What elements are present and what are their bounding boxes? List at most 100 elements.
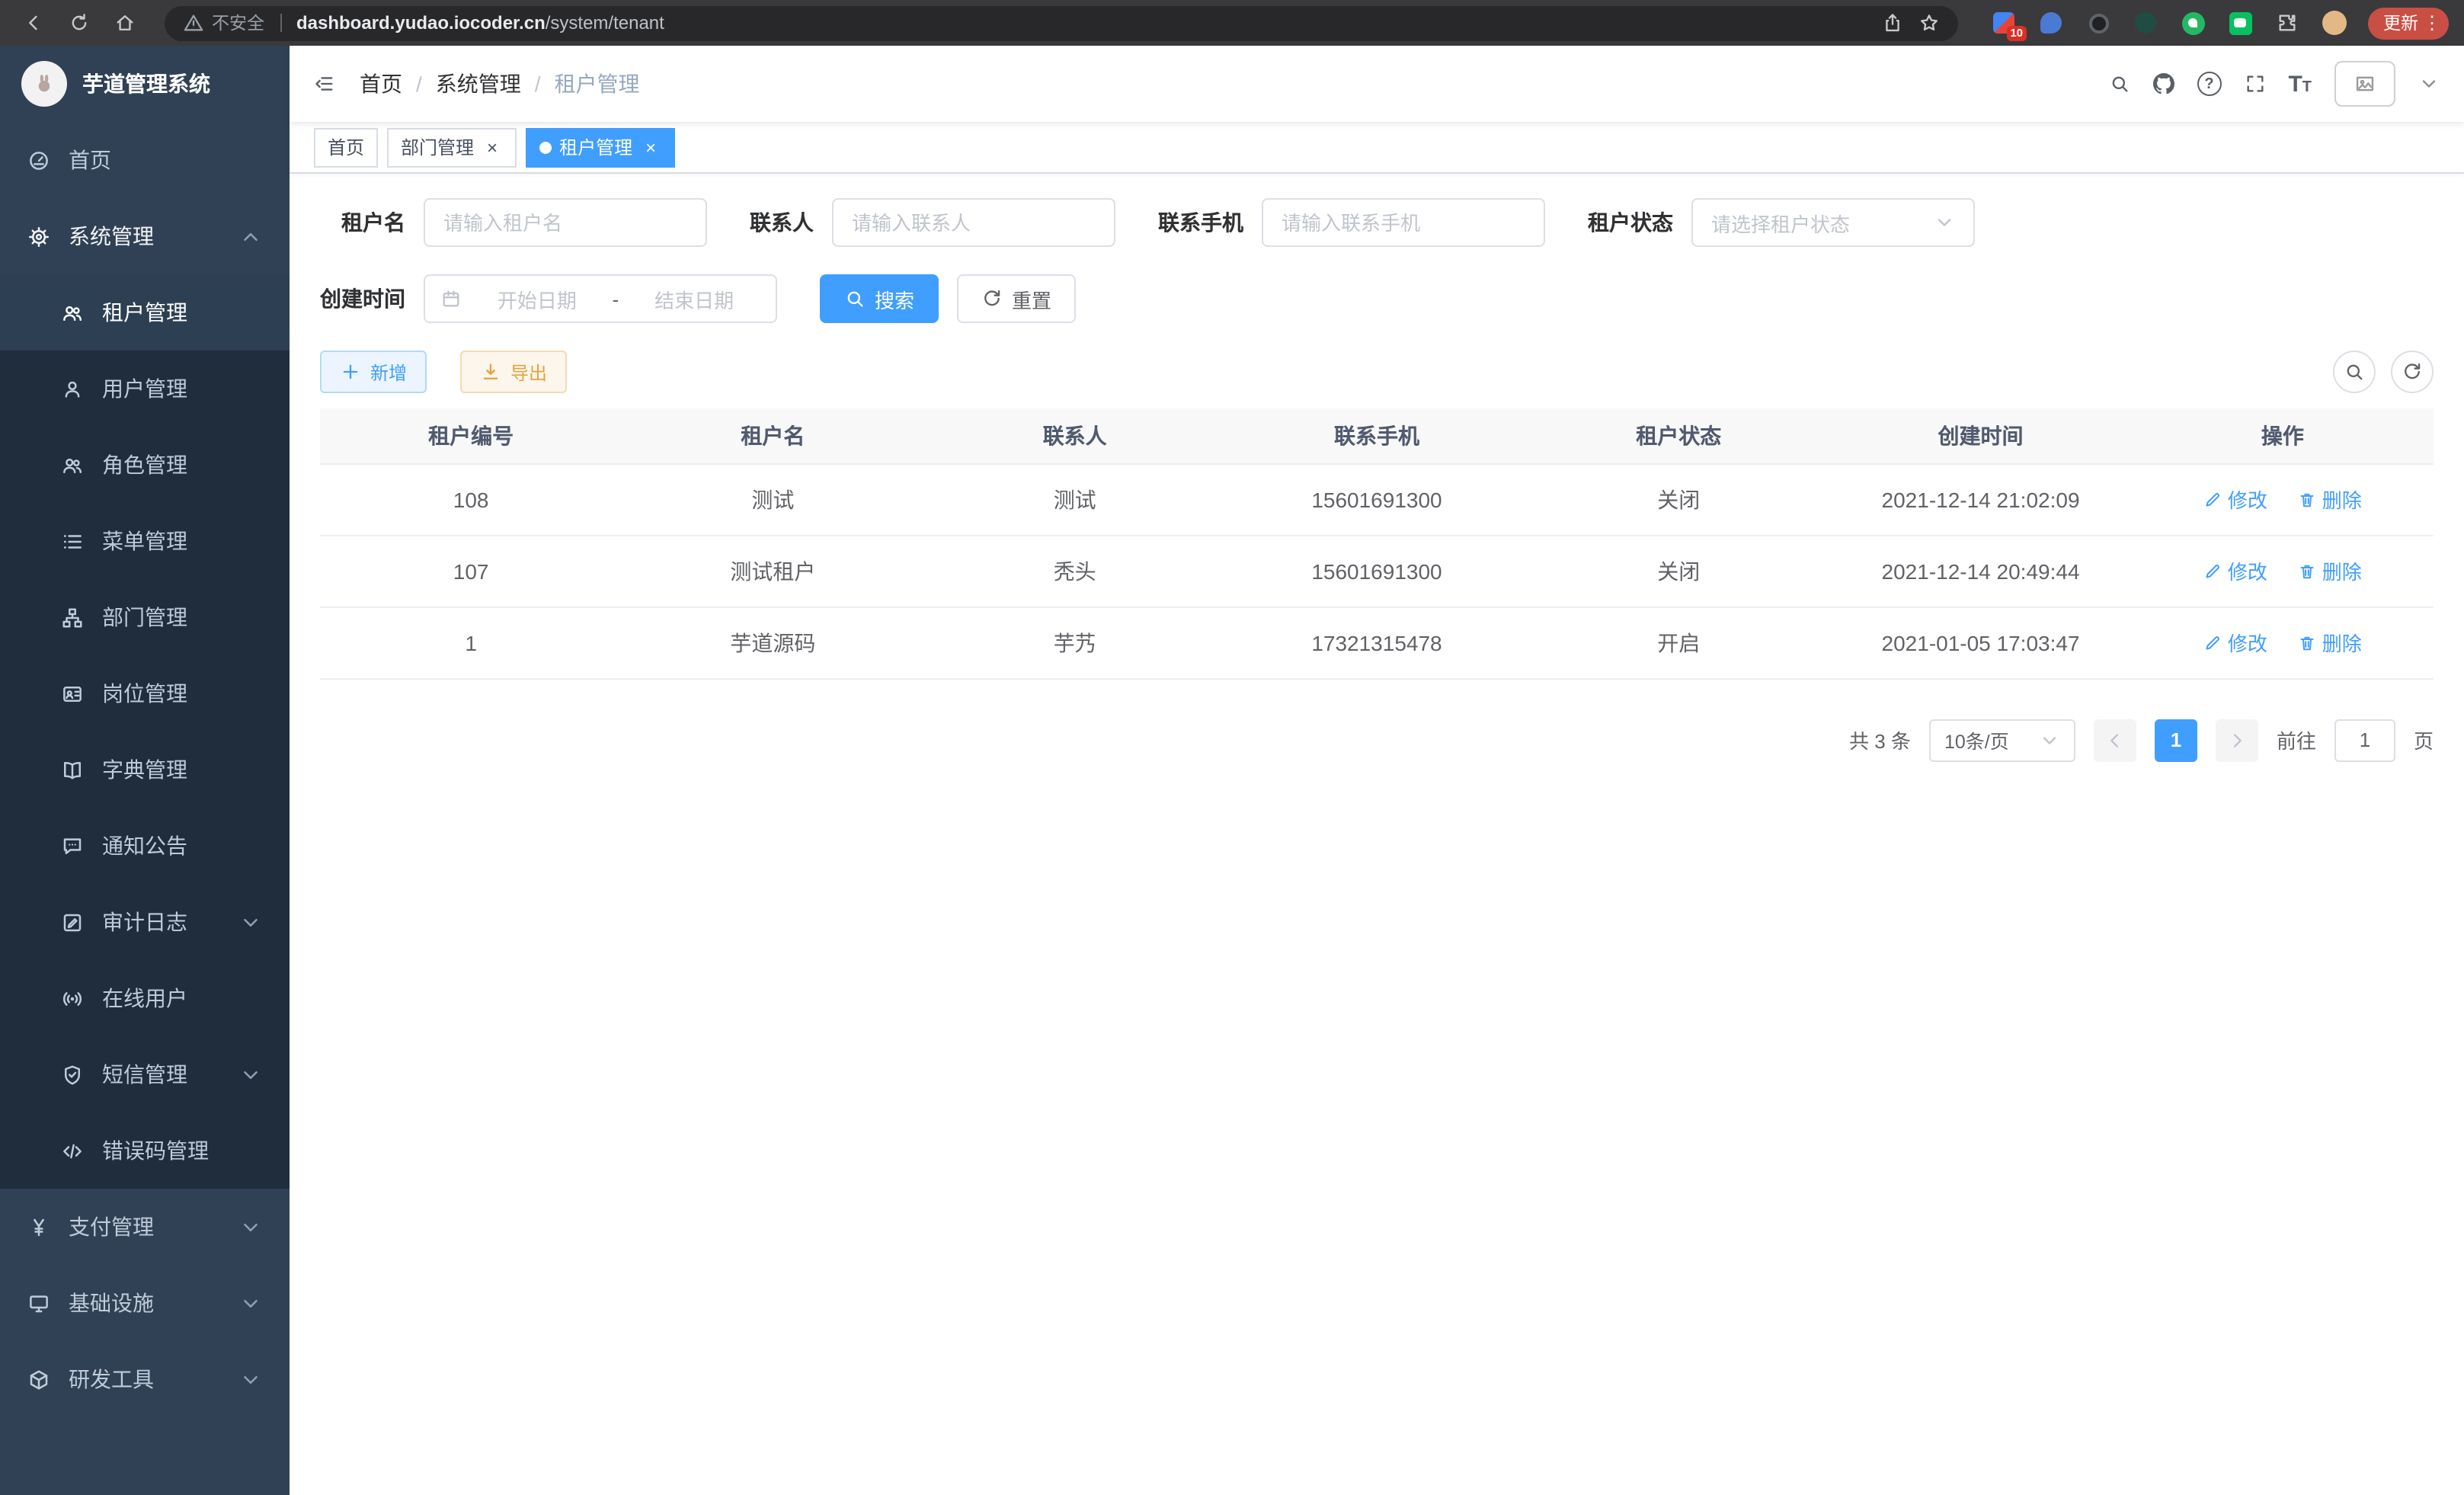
prev-page-button[interactable] [2094, 719, 2136, 761]
sidebar-item-tenant-management[interactable]: 租户管理 [0, 274, 290, 351]
chevron-down-icon [239, 1292, 262, 1314]
sidebar-item-audit-log[interactable]: 审计日志 [0, 884, 290, 960]
sidebar-collapse-button[interactable] [314, 73, 335, 94]
online-icon [61, 987, 84, 1010]
sidebar-item-error-code-management[interactable]: 错误码管理 [0, 1112, 290, 1189]
plus-icon [340, 361, 361, 383]
browser-profile-avatar[interactable] [2319, 8, 2350, 38]
cell-tenant-name: 测试租户 [622, 535, 923, 607]
close-icon[interactable]: × [482, 136, 503, 158]
sidebar-item-online-users[interactable]: 在线用户 [0, 960, 290, 1036]
header-search-button[interactable] [2108, 73, 2130, 94]
toggle-search-button[interactable] [2333, 351, 2376, 393]
sidebar-item-post-management[interactable]: 岗位管理 [0, 655, 290, 731]
mobile-label: 联系手机 [1158, 207, 1243, 238]
reset-button[interactable]: 重置 [957, 274, 1076, 323]
rabbit-logo-icon [34, 73, 55, 94]
bookmark-star-button[interactable] [1918, 12, 1940, 34]
mobile-input[interactable] [1262, 198, 1545, 247]
col-header-contact: 联系人 [924, 408, 1226, 463]
filter-status: 租户状态 请选择租户状态 [1588, 198, 1975, 247]
edit-link[interactable]: 修改 [2203, 556, 2267, 585]
sidebar-item-infrastructure[interactable]: 基础设施 [0, 1265, 290, 1341]
sidebar-item-home[interactable]: 首页 [0, 122, 290, 198]
search-button[interactable]: 搜索 [820, 274, 939, 323]
delete-link[interactable]: 删除 [2298, 485, 2362, 514]
address-bar[interactable]: 不安全 dashboard.yudao.iocoder.cn/system/te… [165, 5, 1958, 40]
cell-created: 2021-12-14 21:02:09 [1829, 463, 2131, 535]
page-number-button[interactable]: 1 [2155, 719, 2197, 761]
browser-reload-button[interactable] [61, 5, 98, 41]
tab-dept-management[interactable]: 部门管理 × [387, 127, 517, 167]
sidebar-item-notice[interactable]: 通知公告 [0, 808, 290, 884]
share-button[interactable] [1882, 12, 1903, 34]
id-badge-icon [61, 682, 84, 705]
org-tree-icon [61, 606, 84, 629]
delete-link[interactable]: 删除 [2298, 628, 2362, 657]
edit-pencil-icon [2203, 562, 2222, 580]
edit-link[interactable]: 修改 [2203, 485, 2267, 514]
extension-icon-1[interactable]: 10 [1989, 8, 2019, 38]
extension-icon-2[interactable] [2036, 8, 2066, 38]
breadcrumb-home[interactable]: 首页 [360, 69, 402, 99]
tab-home[interactable]: 首页 [314, 127, 378, 167]
user-menu-caret[interactable] [2418, 73, 2440, 94]
fullscreen-button[interactable] [2244, 73, 2265, 94]
cell-contact: 秃头 [924, 535, 1226, 607]
export-button-label: 导出 [510, 359, 547, 385]
create-time-range-picker[interactable]: 开始日期 - 结束日期 [424, 274, 777, 323]
sidebar-item-user-management[interactable]: 用户管理 [0, 351, 290, 427]
tenant-name-input[interactable] [424, 198, 707, 247]
col-header-created: 创建时间 [1829, 408, 2131, 463]
book-icon [61, 758, 84, 781]
user-avatar[interactable] [2334, 61, 2395, 107]
code-icon [61, 1139, 84, 1162]
extension-icon-5[interactable] [2178, 8, 2208, 38]
browser-home-button[interactable] [107, 5, 143, 41]
filter-mobile: 联系手机 [1158, 198, 1545, 247]
reset-button-label: 重置 [1012, 284, 1051, 313]
page-size-select[interactable]: 10条/页 [1929, 719, 2075, 761]
extension-icon-4[interactable] [2130, 8, 2161, 38]
cell-tenant-id: 1 [320, 607, 622, 678]
close-icon[interactable]: × [640, 136, 661, 158]
hamburger-fold-icon [314, 73, 335, 94]
extensions-puzzle-button[interactable] [2272, 8, 2302, 38]
tab-label: 租户管理 [559, 134, 632, 160]
status-select[interactable]: 请选择租户状态 [1691, 198, 1975, 247]
add-button[interactable]: 新增 [320, 351, 427, 393]
font-size-button[interactable]: TT [2288, 72, 2312, 95]
browser-back-button[interactable] [15, 5, 52, 41]
github-link-button[interactable] [2152, 73, 2174, 94]
refresh-table-button[interactable] [2391, 351, 2434, 393]
goto-page-input[interactable] [2334, 719, 2395, 761]
extension-icon-3[interactable] [2083, 8, 2114, 38]
sidebar-item-dept-management[interactable]: 部门管理 [0, 579, 290, 655]
log-icon [61, 911, 84, 933]
contact-input[interactable] [832, 198, 1115, 247]
breadcrumb-system[interactable]: 系统管理 [436, 69, 521, 99]
logo[interactable]: 芋道管理系统 [0, 46, 290, 122]
next-page-button[interactable] [2216, 719, 2258, 761]
security-indicator[interactable]: 不安全 [183, 11, 264, 35]
url-path: /system/tenant [546, 12, 664, 34]
sidebar-item-dev-tools[interactable]: 研发工具 [0, 1341, 290, 1417]
edit-pencil-icon [2203, 490, 2222, 508]
pagination: 共 3 条 10条/页 1 前往 页 [320, 719, 2434, 761]
export-button[interactable]: 导出 [460, 351, 567, 393]
sidebar-item-payment-management[interactable]: 支付管理 [0, 1189, 290, 1265]
sidebar-item-role-management[interactable]: 角色管理 [0, 427, 290, 503]
sidebar-item-menu-management[interactable]: 菜单管理 [0, 503, 290, 579]
delete-link[interactable]: 删除 [2298, 556, 2362, 585]
browser-update-button[interactable]: 更新 ⋮ [2368, 7, 2449, 39]
filter-contact: 联系人 [750, 198, 1115, 247]
sidebar-item-label: 支付管理 [69, 1212, 154, 1242]
sidebar-item-dict-management[interactable]: 字典管理 [0, 731, 290, 808]
help-doc-button[interactable]: ? [2197, 72, 2221, 96]
sidebar-item-sms-management[interactable]: 短信管理 [0, 1036, 290, 1112]
extension-icon-6[interactable] [2225, 8, 2255, 38]
edit-link[interactable]: 修改 [2203, 628, 2267, 657]
sidebar-item-system-management[interactable]: 系统管理 [0, 198, 290, 274]
sidebar-item-label: 菜单管理 [102, 526, 187, 556]
tab-tenant-management[interactable]: 租户管理 × [526, 127, 675, 167]
